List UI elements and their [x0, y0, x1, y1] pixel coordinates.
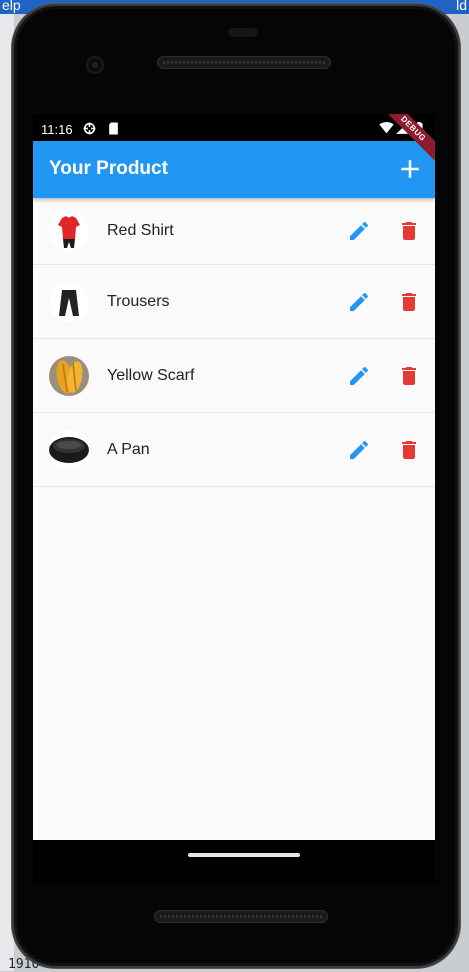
sd-card-icon: [108, 122, 119, 138]
product-thumbnail-yellow-scarf: [49, 355, 89, 396]
pencil-icon: [350, 292, 369, 311]
status-time: 11:16: [41, 122, 73, 137]
phone-screen: 11:16 Your Product DEBUG Red Shirt Trous…: [33, 114, 435, 884]
app-bar: Your Product: [33, 141, 435, 198]
list-item: Yellow Scarf: [33, 339, 435, 413]
trash-icon: [402, 440, 416, 459]
home-indicator[interactable]: [188, 853, 300, 857]
delete-button[interactable]: [397, 364, 421, 388]
bottom-speaker: [154, 910, 328, 923]
edit-button[interactable]: [347, 438, 371, 462]
delete-button[interactable]: [397, 219, 421, 243]
phone-sensor: [228, 28, 258, 37]
product-thumbnail-pan: [49, 429, 89, 470]
pencil-icon: [350, 440, 369, 459]
product-title: A Pan: [107, 440, 150, 458]
plus-icon: [401, 160, 419, 178]
desktop-top-right-text: ld: [456, 0, 467, 13]
list-item: Red Shirt: [33, 198, 435, 265]
edit-button[interactable]: [347, 364, 371, 388]
desktop-top-left-text: elp: [2, 0, 21, 13]
delete-button[interactable]: [397, 290, 421, 314]
list-item: Trousers: [33, 265, 435, 339]
edit-button[interactable]: [347, 219, 371, 243]
earpiece-speaker: [157, 56, 331, 69]
list-item: A Pan: [33, 413, 435, 487]
front-camera: [86, 56, 104, 74]
trash-icon: [402, 366, 416, 385]
product-title: Yellow Scarf: [107, 366, 195, 384]
product-list: Red Shirt Trousers Yellow Scarf A Pan: [33, 198, 435, 840]
trash-icon: [402, 222, 416, 240]
product-thumbnail-red-shirt: [49, 211, 89, 251]
navigation-bar: [33, 840, 435, 884]
add-product-button[interactable]: [395, 154, 425, 184]
page-title: Your Product: [49, 158, 168, 179]
settings-gear-icon: [83, 122, 96, 138]
edit-button[interactable]: [347, 290, 371, 314]
pencil-icon: [350, 221, 369, 240]
trash-icon: [402, 292, 416, 311]
pencil-icon: [350, 366, 369, 385]
product-title: Trousers: [107, 292, 170, 310]
product-title: Red Shirt: [107, 222, 174, 239]
status-bar: 11:16: [33, 114, 435, 142]
product-thumbnail-trousers: [49, 281, 89, 322]
wifi-icon: [379, 122, 394, 137]
delete-button[interactable]: [397, 438, 421, 462]
phone-frame: 11:16 Your Product DEBUG Red Shirt Trous…: [12, 4, 460, 968]
